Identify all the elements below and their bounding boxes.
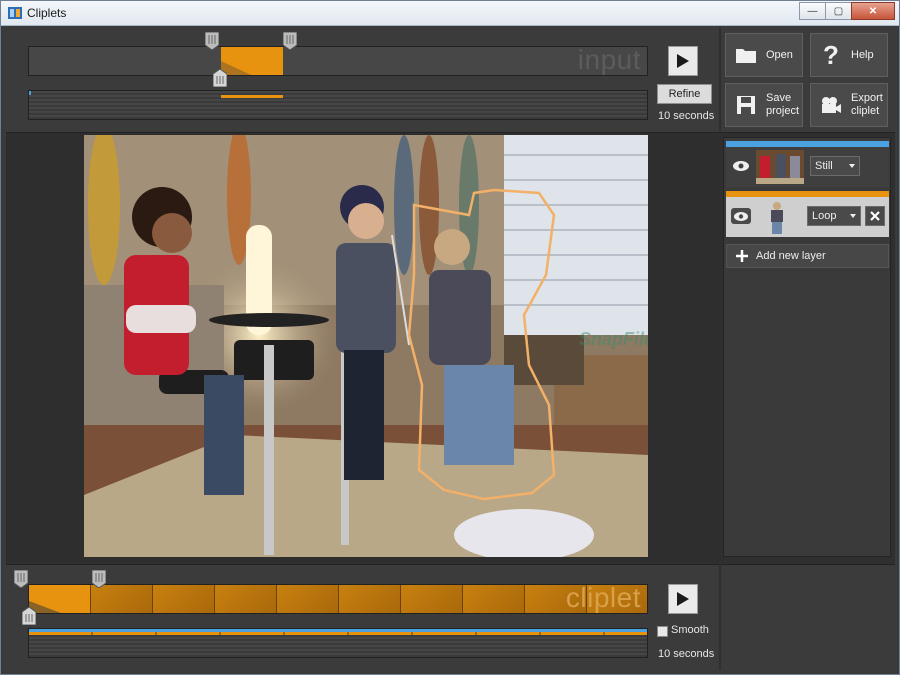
save-label-1: Save: [766, 92, 792, 104]
video-area: SnapFiles: [6, 134, 719, 562]
chevron-down-icon: [850, 214, 856, 218]
help-label: Help: [851, 48, 874, 61]
refine-range: [221, 95, 283, 98]
video-watermark: SnapFiles: [579, 329, 648, 349]
title-bar: Cliplets — ▢ ✕: [1, 1, 899, 26]
play-icon: [677, 592, 689, 606]
layer-mode-dropdown[interactable]: Loop: [807, 206, 861, 226]
app-window: Cliplets — ▢ ✕ input Refine 10 seconds O…: [0, 0, 900, 675]
open-button[interactable]: Open: [725, 33, 803, 77]
input-start-handle[interactable]: [205, 32, 219, 50]
main-content: input Refine 10 seconds Open ? Help Save…: [6, 27, 895, 670]
layer-still[interactable]: Still: [726, 141, 889, 187]
save-icon: [737, 96, 755, 114]
input-watermark: input: [577, 44, 641, 75]
export-label-2: cliplet: [851, 105, 880, 117]
question-icon: ?: [823, 39, 839, 70]
window-title: Cliplets: [27, 6, 67, 20]
input-end-handle[interactable]: [283, 32, 297, 50]
layers-panel: Still Loop Add new layer: [723, 137, 891, 557]
cliplet-play-button[interactable]: [668, 584, 698, 614]
chevron-down-icon: [849, 164, 855, 168]
video-scene: SnapFiles: [84, 135, 648, 557]
add-layer-button[interactable]: Add new layer: [726, 244, 889, 268]
app-icon: [8, 7, 22, 19]
help-button[interactable]: ? Help: [810, 33, 888, 77]
camera-icon: [822, 97, 841, 113]
layer-thumbnail: [756, 150, 804, 184]
input-panel: input Refine 10 seconds: [6, 27, 719, 133]
maximize-button[interactable]: ▢: [825, 2, 852, 20]
input-timeline[interactable]: input: [28, 44, 648, 76]
export-cliplet-button[interactable]: Export cliplet: [810, 83, 888, 127]
bottom-right-panel: [721, 564, 895, 670]
eye-icon[interactable]: [731, 158, 751, 174]
cliplet-refine-strip[interactable]: [28, 628, 648, 658]
refine-button[interactable]: Refine: [657, 84, 712, 104]
cliplet-end-handle[interactable]: [92, 570, 106, 588]
layer-mode-label: Loop: [812, 210, 837, 222]
input-playhead-handle[interactable]: [213, 69, 227, 87]
open-label: Open: [766, 48, 793, 61]
input-play-button[interactable]: [668, 46, 698, 76]
cliplet-start-handle[interactable]: [14, 570, 28, 588]
save-label-2: project: [766, 105, 800, 117]
input-selection-ramp: [221, 61, 251, 75]
close-icon: [870, 211, 880, 221]
command-panel: Open ? Help Save project Export cliplet: [721, 27, 895, 133]
cliplet-timeline[interactable]: cliplet: [28, 584, 648, 614]
layer-loop[interactable]: Loop: [726, 191, 889, 237]
smooth-checkbox[interactable]: [657, 626, 668, 637]
plus-icon: [736, 250, 748, 262]
play-icon: [677, 54, 689, 68]
delete-layer-button[interactable]: [865, 206, 885, 226]
smooth-label: Smooth: [671, 624, 709, 636]
cliplet-duration: 10 seconds: [658, 648, 715, 660]
cliplet-playhead-handle[interactable]: [22, 607, 36, 625]
cliplet-panel: cliplet Smooth 10 seconds: [6, 564, 719, 670]
folder-icon: [736, 49, 756, 63]
minimize-button[interactable]: —: [799, 2, 826, 20]
input-refine-strip[interactable]: [28, 90, 648, 120]
export-label-1: Export: [851, 92, 883, 104]
cliplet-watermark: cliplet: [565, 584, 641, 613]
video-frame[interactable]: SnapFiles: [84, 135, 648, 557]
layer-mode-label: Still: [815, 160, 833, 172]
layer-thumbnail: [766, 200, 788, 234]
add-layer-label: Add new layer: [756, 250, 826, 262]
save-project-button[interactable]: Save project: [725, 83, 803, 127]
eye-icon[interactable]: [731, 208, 751, 224]
input-duration: 10 seconds: [658, 110, 715, 122]
close-window-button[interactable]: ✕: [851, 2, 895, 20]
layer-mode-dropdown[interactable]: Still: [810, 156, 860, 176]
